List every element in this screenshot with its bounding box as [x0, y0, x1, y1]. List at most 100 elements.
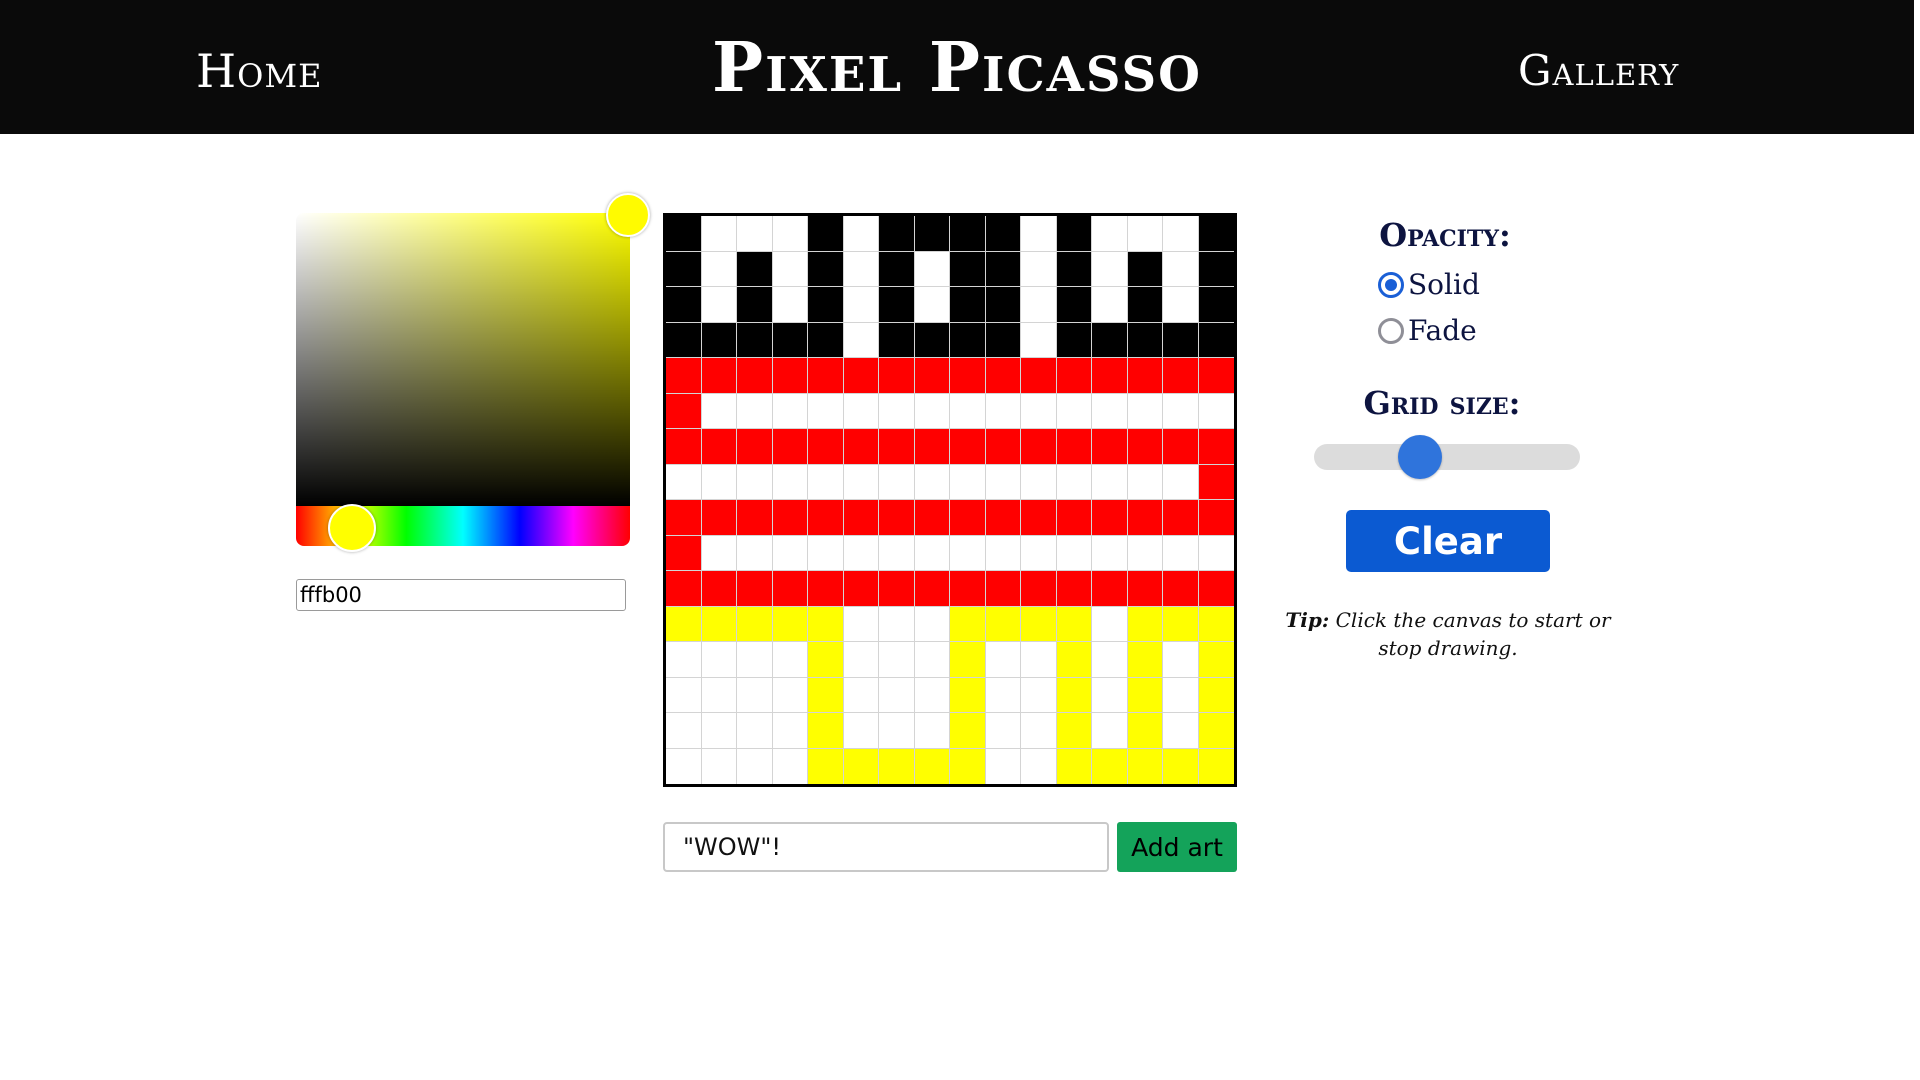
canvas-pixel[interactable]: [1092, 358, 1128, 394]
canvas-pixel[interactable]: [1056, 464, 1092, 500]
fade-radio[interactable]: [1378, 317, 1404, 344]
canvas-pixel[interactable]: [808, 464, 844, 500]
canvas-pixel[interactable]: [950, 642, 986, 678]
canvas-pixel[interactable]: [737, 251, 773, 287]
canvas-pixel[interactable]: [666, 500, 702, 536]
canvas-pixel[interactable]: [737, 642, 773, 678]
canvas-pixel[interactable]: [1021, 287, 1057, 323]
canvas-pixel[interactable]: [701, 251, 737, 287]
canvas-pixel[interactable]: [808, 571, 844, 607]
canvas-pixel[interactable]: [772, 251, 808, 287]
canvas-pixel[interactable]: [701, 713, 737, 749]
canvas-pixel[interactable]: [843, 606, 879, 642]
canvas-pixel[interactable]: [1021, 251, 1057, 287]
canvas-pixel[interactable]: [772, 393, 808, 429]
canvas-pixel[interactable]: [1163, 429, 1199, 465]
canvas-pixel[interactable]: [737, 677, 773, 713]
canvas-pixel[interactable]: [772, 500, 808, 536]
canvas-pixel[interactable]: [843, 322, 879, 358]
canvas-pixel[interactable]: [1163, 677, 1199, 713]
canvas-pixel[interactable]: [879, 677, 915, 713]
canvas-pixel[interactable]: [1163, 571, 1199, 607]
canvas-pixel[interactable]: [1021, 606, 1057, 642]
canvas-pixel[interactable]: [1056, 322, 1092, 358]
canvas-pixel[interactable]: [985, 606, 1021, 642]
canvas-pixel[interactable]: [808, 429, 844, 465]
canvas-pixel[interactable]: [843, 464, 879, 500]
canvas-pixel[interactable]: [1198, 748, 1234, 784]
canvas-pixel[interactable]: [985, 216, 1021, 252]
canvas-pixel[interactable]: [701, 287, 737, 323]
canvas-pixel[interactable]: [737, 464, 773, 500]
canvas-pixel[interactable]: [1092, 748, 1128, 784]
canvas-pixel[interactable]: [1163, 358, 1199, 394]
canvas-pixel[interactable]: [1021, 429, 1057, 465]
canvas-pixel[interactable]: [914, 322, 950, 358]
canvas-pixel[interactable]: [914, 571, 950, 607]
canvas-pixel[interactable]: [1021, 322, 1057, 358]
canvas-pixel[interactable]: [1092, 429, 1128, 465]
canvas-pixel[interactable]: [1127, 500, 1163, 536]
canvas-pixel[interactable]: [1127, 571, 1163, 607]
canvas-pixel[interactable]: [1056, 713, 1092, 749]
canvas-pixel[interactable]: [879, 358, 915, 394]
canvas-pixel[interactable]: [666, 216, 702, 252]
canvas-pixel[interactable]: [772, 322, 808, 358]
canvas-pixel[interactable]: [1163, 393, 1199, 429]
canvas-pixel[interactable]: [737, 322, 773, 358]
canvas-pixel[interactable]: [772, 677, 808, 713]
canvas-pixel[interactable]: [1198, 571, 1234, 607]
canvas-pixel[interactable]: [914, 535, 950, 571]
canvas-pixel[interactable]: [1021, 677, 1057, 713]
canvas-pixel[interactable]: [666, 358, 702, 394]
nav-gallery-link[interactable]: Gallery: [1518, 46, 1679, 95]
canvas-pixel[interactable]: [950, 677, 986, 713]
canvas-pixel[interactable]: [950, 216, 986, 252]
canvas-pixel[interactable]: [843, 677, 879, 713]
canvas-pixel[interactable]: [879, 606, 915, 642]
canvas-pixel[interactable]: [843, 500, 879, 536]
canvas-pixel[interactable]: [666, 322, 702, 358]
canvas-pixel[interactable]: [1021, 713, 1057, 749]
canvas-pixel[interactable]: [843, 216, 879, 252]
canvas-pixel[interactable]: [1163, 642, 1199, 678]
canvas-pixel[interactable]: [950, 500, 986, 536]
canvas-pixel[interactable]: [879, 322, 915, 358]
canvas-pixel[interactable]: [1198, 642, 1234, 678]
canvas-pixel[interactable]: [701, 606, 737, 642]
canvas-pixel[interactable]: [666, 606, 702, 642]
hex-color-input[interactable]: [296, 579, 626, 611]
color-field-handle[interactable]: [606, 193, 650, 237]
canvas-pixel[interactable]: [666, 677, 702, 713]
canvas-pixel[interactable]: [1056, 535, 1092, 571]
canvas-pixel[interactable]: [879, 393, 915, 429]
canvas-pixel[interactable]: [985, 287, 1021, 323]
canvas-pixel[interactable]: [950, 464, 986, 500]
canvas-pixel[interactable]: [1198, 322, 1234, 358]
canvas-pixel[interactable]: [701, 500, 737, 536]
canvas-pixel[interactable]: [1021, 500, 1057, 536]
canvas-pixel[interactable]: [1198, 287, 1234, 323]
canvas-pixel[interactable]: [843, 535, 879, 571]
canvas-pixel[interactable]: [914, 358, 950, 394]
canvas-pixel[interactable]: [1021, 358, 1057, 394]
canvas-pixel[interactable]: [985, 642, 1021, 678]
canvas-pixel[interactable]: [950, 571, 986, 607]
canvas-pixel[interactable]: [879, 251, 915, 287]
canvas-pixel[interactable]: [701, 358, 737, 394]
canvas-pixel[interactable]: [701, 642, 737, 678]
canvas-pixel[interactable]: [879, 287, 915, 323]
canvas-pixel[interactable]: [1056, 677, 1092, 713]
canvas-pixel[interactable]: [879, 642, 915, 678]
color-saturation-field[interactable]: [296, 193, 650, 506]
canvas-pixel[interactable]: [1092, 464, 1128, 500]
canvas-pixel[interactable]: [737, 500, 773, 536]
canvas-pixel[interactable]: [843, 429, 879, 465]
canvas-pixel[interactable]: [985, 251, 1021, 287]
canvas-pixel[interactable]: [985, 748, 1021, 784]
canvas-pixel[interactable]: [914, 429, 950, 465]
canvas-pixel[interactable]: [950, 429, 986, 465]
canvas-pixel[interactable]: [737, 713, 773, 749]
canvas-pixel[interactable]: [808, 713, 844, 749]
canvas-pixel[interactable]: [843, 748, 879, 784]
